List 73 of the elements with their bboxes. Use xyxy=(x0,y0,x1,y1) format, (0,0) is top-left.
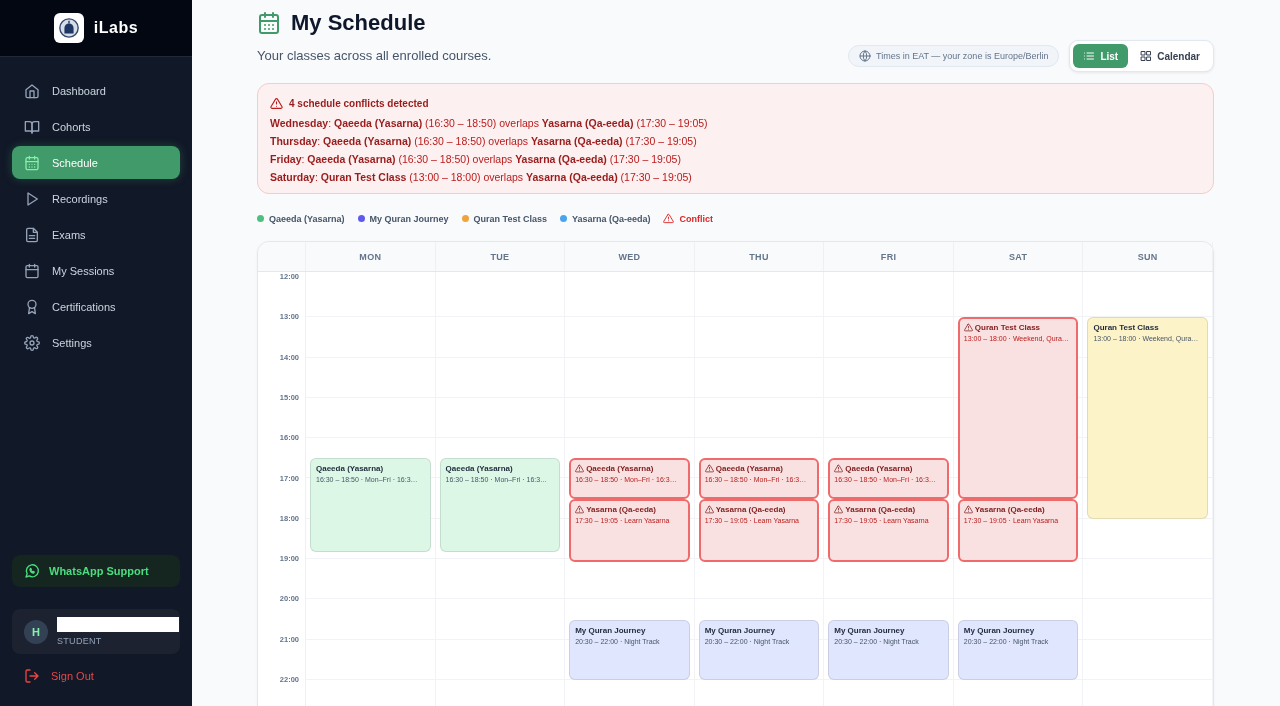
event-title: Yasarna (Qa-eeda) xyxy=(715,504,786,514)
warning-icon xyxy=(575,464,585,474)
day-header: FRI xyxy=(824,242,954,271)
event-title: Qaeeda (Yasarna) xyxy=(715,464,783,474)
user-role: STUDENT xyxy=(57,636,103,646)
logo-icon xyxy=(53,13,84,43)
day-header: TUE xyxy=(435,242,566,271)
event-title: My Quran Journey xyxy=(834,625,905,635)
timezone-badge: Times in EAT — your zone is Europe/Berlin xyxy=(848,45,1060,67)
calendar-icon xyxy=(257,11,281,35)
calendar-icon xyxy=(24,262,40,279)
warning-icon xyxy=(270,97,283,110)
list-icon xyxy=(1083,50,1096,62)
whatsapp-support-button[interactable]: WhatsApp Support xyxy=(12,555,180,587)
warning-icon xyxy=(963,504,973,514)
legend-label: Conflict xyxy=(679,213,713,224)
event-title: Quran Test Class xyxy=(974,323,1041,333)
conflict-line: Thursday: Qaeeda (Yasarna) (16:30 – 18:50) overlaps Yasarna (Qa-eeda) (17:30 – 19:05) xyxy=(270,134,698,148)
legend-label: Quran Test Class xyxy=(473,213,547,224)
event-title: Qaeeda (Yasarna) xyxy=(316,464,384,474)
nav-item[interactable]: My Sessions xyxy=(12,254,180,287)
day-header: SUN xyxy=(1083,242,1213,271)
day-header: MON xyxy=(306,242,436,271)
event-title: My Quran Journey xyxy=(963,625,1035,635)
event-title: Quran Test Class xyxy=(1093,323,1159,333)
warning-icon xyxy=(963,323,973,333)
legend-label: Qaeeda (Yasarna) xyxy=(269,213,345,224)
chat-bubble-icon xyxy=(24,563,40,579)
day-header: THU xyxy=(694,242,825,271)
document-icon xyxy=(24,226,40,243)
event-title: Qaeeda (Yasarna) xyxy=(586,464,654,474)
sign-out-icon xyxy=(24,668,40,684)
nav-item[interactable]: Dashboard xyxy=(12,74,180,107)
conflict-line: Friday: Qaeeda (Yasarna) (16:30 – 18:50) overlaps Yasarna (Qa-eeda) (17:30 – 19:05) xyxy=(270,152,682,166)
event-title: Qaeeda (Yasarna) xyxy=(845,464,913,474)
conflict-line: Saturday: Quran Test Class (13:00 – 18:00) overlaps Yasarna (Qa-eeda) (17:30 – 19:05) xyxy=(270,170,693,184)
nav-item[interactable]: Cohorts xyxy=(12,110,180,143)
nav-item[interactable]: Settings xyxy=(12,326,180,359)
brand-name: iLabs xyxy=(93,19,139,37)
event-title: Yasarna (Qa-eeda) xyxy=(845,504,916,514)
nav-item[interactable]: Recordings xyxy=(12,182,180,215)
page-subtitle: Your classes across all enrolled courses. xyxy=(257,48,492,63)
event-title: Yasarna (Qa-eeda) xyxy=(586,504,656,514)
nav-item[interactable]: Certifications xyxy=(12,290,180,323)
page-title: My Schedule xyxy=(291,10,426,36)
alert-title: 4 schedule conflicts detected xyxy=(289,98,429,109)
event-title: Qaeeda (Yasarna) xyxy=(445,464,513,474)
event-title: My Quran Journey xyxy=(575,625,646,635)
legend-label: My Quran Journey xyxy=(369,213,449,224)
warning-icon xyxy=(704,464,714,474)
warning-icon xyxy=(575,504,585,514)
legend-label: Yasarna (Qa-eeda) xyxy=(571,213,651,224)
home-icon xyxy=(24,82,40,99)
warning-icon xyxy=(834,464,844,474)
warning-icon xyxy=(704,504,714,514)
warning-icon xyxy=(663,213,675,224)
book-icon xyxy=(24,118,40,135)
grid-icon xyxy=(1140,50,1153,62)
sign-out-button[interactable]: Sign Out xyxy=(12,666,180,686)
settings-icon xyxy=(24,334,40,351)
conflict-line: Wednesday: Qaeeda (Yasarna) (16:30 – 18:50) overlaps Yasarna (Qa-eeda) (17:30 – 19:05) xyxy=(270,116,709,130)
day-header: SAT xyxy=(953,242,1084,271)
avatar: H xyxy=(24,619,48,644)
nav-item[interactable]: Exams xyxy=(12,218,180,251)
globe-icon xyxy=(859,50,871,62)
view-tab[interactable]: Calendar xyxy=(1130,44,1210,68)
event-title: Yasarna (Qa-eeda) xyxy=(974,504,1045,514)
calendar-icon xyxy=(24,154,40,171)
award-icon xyxy=(24,298,40,315)
day-header: WED xyxy=(565,242,695,271)
play-icon xyxy=(24,190,40,207)
event-title: My Quran Journey xyxy=(704,625,775,635)
warning-icon xyxy=(834,504,844,514)
